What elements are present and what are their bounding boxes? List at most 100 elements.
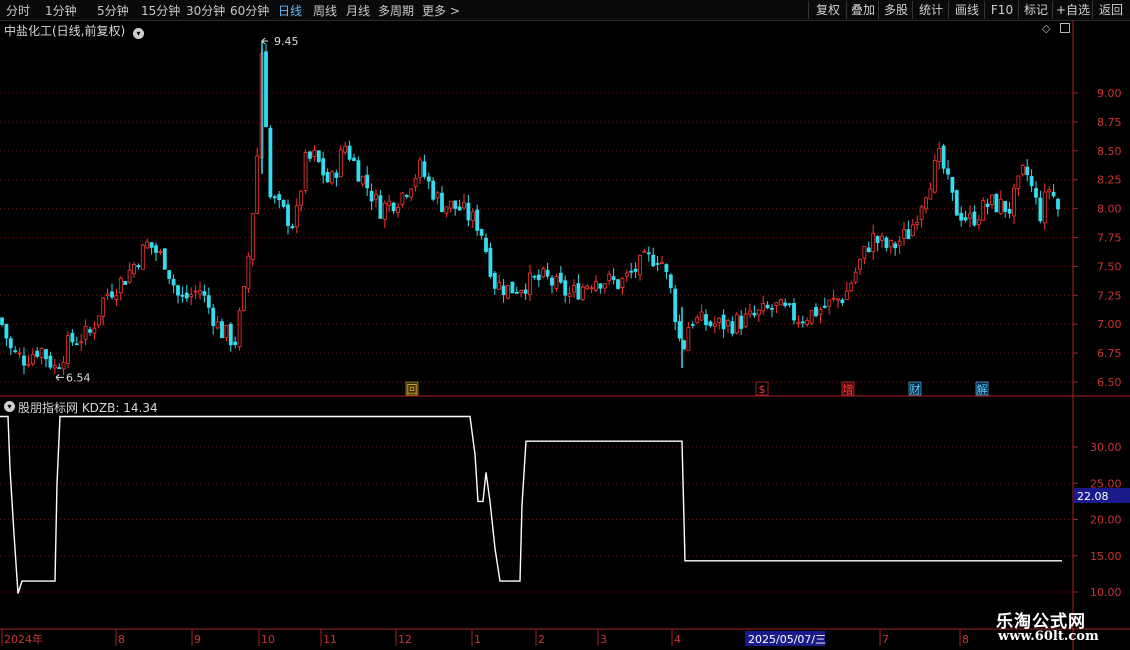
candle-body <box>545 269 550 277</box>
candle-body <box>998 198 1003 215</box>
candle-body <box>466 202 471 221</box>
candle-body <box>277 194 282 201</box>
candle-body <box>391 202 396 212</box>
high-label: 9.45 <box>274 35 299 48</box>
candle-body <box>743 313 748 328</box>
candle-body <box>308 151 312 159</box>
x-tick-label: 12 <box>398 633 412 646</box>
candle-body <box>378 195 383 219</box>
candle-body <box>440 192 444 213</box>
candle-body <box>941 145 946 169</box>
event-marker: 解 <box>977 382 988 396</box>
candle-body <box>475 209 480 231</box>
candle-body <box>668 274 673 289</box>
y-tick-label: 8.50 <box>1097 145 1122 158</box>
x-tick-label: 3 <box>600 633 607 646</box>
candle-body <box>589 287 594 290</box>
candle-body <box>800 321 805 324</box>
high-arrow <box>261 37 268 45</box>
candle-body <box>488 247 493 277</box>
candle-body <box>519 289 524 294</box>
x-tick-label: 7 <box>882 633 889 646</box>
y-tick-label: 30.00 <box>1090 441 1122 454</box>
candle-body <box>290 226 295 228</box>
candle-body <box>325 171 330 183</box>
kdzb-line <box>0 415 1062 594</box>
candle-body <box>211 307 216 326</box>
candle-body <box>990 194 994 205</box>
candle-body <box>739 315 744 329</box>
candle-body <box>400 192 405 205</box>
candle-body <box>26 363 31 366</box>
candle-body <box>928 188 933 200</box>
candle-body <box>862 245 867 259</box>
candle-body <box>158 251 163 253</box>
candle-body <box>110 291 114 298</box>
candle-body <box>844 290 849 301</box>
candle-body <box>145 241 150 249</box>
candle-body <box>272 196 277 199</box>
candle-body <box>457 206 462 211</box>
candle-body <box>149 242 154 248</box>
candle-body <box>189 294 194 298</box>
candle-body <box>176 285 180 296</box>
candle-body <box>704 314 708 326</box>
candle-body <box>123 281 128 285</box>
candle-body <box>70 332 75 343</box>
candle-body <box>294 205 299 228</box>
candle-body <box>1038 197 1043 222</box>
watermark-logo: 乐淘公式网 www.60lt.com <box>984 607 1124 649</box>
candle-body <box>330 171 334 184</box>
candle-body <box>382 202 387 220</box>
candle-body <box>906 229 911 240</box>
candle-body <box>453 200 458 209</box>
candle-body <box>673 288 678 323</box>
candle-body <box>242 286 246 311</box>
candle-body <box>22 355 26 366</box>
candle-body <box>831 297 836 300</box>
candle-body <box>431 180 436 200</box>
candle-body <box>510 281 515 294</box>
candle-body <box>224 324 229 339</box>
candle-body <box>950 176 955 193</box>
candle-body <box>286 204 290 226</box>
candle-body <box>1007 208 1012 214</box>
candle-body <box>1025 166 1030 176</box>
candle-body <box>660 261 664 264</box>
candle-body <box>959 212 964 221</box>
candle-body <box>114 294 119 300</box>
candle-body <box>924 197 928 210</box>
y-tick-label: 8.75 <box>1097 116 1122 129</box>
candle-body <box>778 299 783 306</box>
candle-body <box>594 281 598 291</box>
candle-body <box>92 327 97 334</box>
candle-body <box>580 286 585 300</box>
candle-body <box>915 222 920 225</box>
candle-body <box>528 272 532 296</box>
candle-body <box>132 264 136 274</box>
candle-body <box>827 299 832 307</box>
event-marker: 增 <box>843 382 854 396</box>
candle-body <box>532 275 537 278</box>
x-tick-label: 4 <box>674 633 681 646</box>
y-tick-label: 7.00 <box>1097 318 1122 331</box>
candle-body <box>550 277 554 286</box>
candle-body <box>96 315 101 326</box>
candle-body <box>910 224 915 237</box>
candle-body <box>66 335 70 364</box>
candle-body <box>501 285 506 296</box>
candle-body <box>774 302 779 306</box>
candle-body <box>840 299 845 303</box>
candle-body <box>818 309 823 315</box>
y-tick-label: 7.50 <box>1097 260 1122 273</box>
candle-body <box>607 273 612 282</box>
candle-body <box>695 316 700 323</box>
candle-body <box>57 367 62 370</box>
candle-body <box>347 145 352 160</box>
candle-body <box>932 160 937 193</box>
candle-body <box>162 248 167 270</box>
candle-body <box>968 213 972 219</box>
watermark-url: www.60lt.com <box>998 629 1099 644</box>
candle-body <box>316 150 321 163</box>
value-badge-label: 22.08 <box>1077 490 1109 503</box>
